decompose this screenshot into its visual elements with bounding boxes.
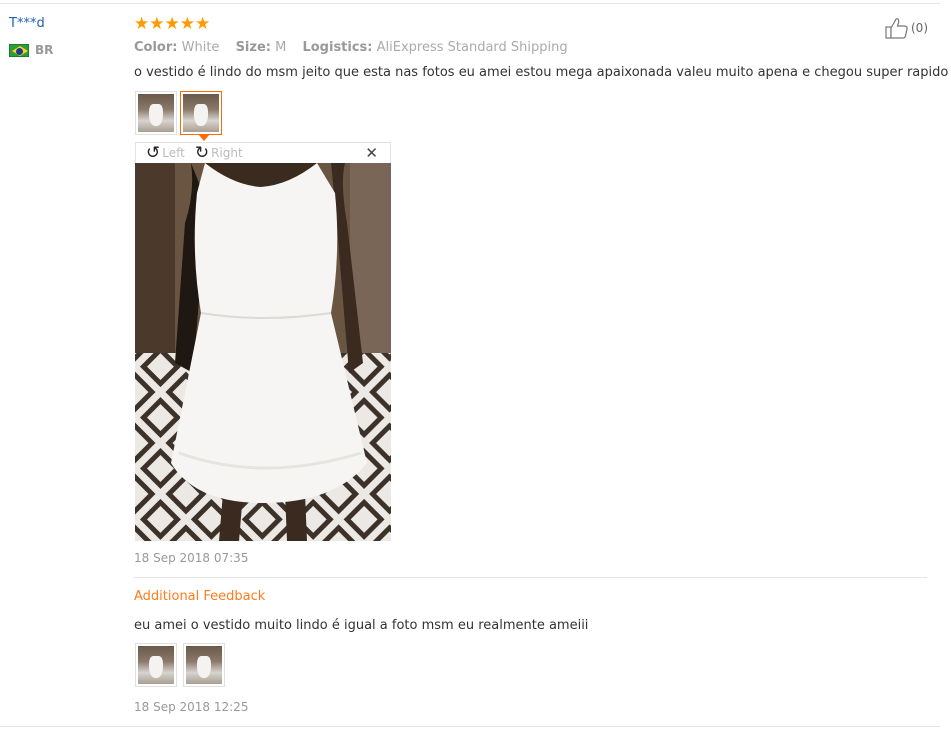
star-icon: ★ [134,14,150,34]
rotate-left-label: Left [162,146,185,160]
rotate-left-button[interactable]: ↺ Left [146,143,185,163]
additional-photo-thumbnail[interactable] [135,643,177,687]
review-photo-thumbnails [135,91,222,135]
rotate-right-icon: ↻ [194,143,210,163]
star-icon: ★ [149,14,165,34]
enlarged-review-photo [135,163,391,541]
logistics-label: Logistics: [302,40,373,55]
reviewer-country: BR [9,43,53,57]
rotate-right-button[interactable]: ↻ Right [194,143,243,163]
color-value: White [181,40,220,55]
star-icon: ★ [164,14,180,34]
thumbs-up-icon [885,18,908,39]
country-code: BR [35,43,54,57]
bottom-divider [0,726,940,727]
size-value: M [275,40,287,55]
additional-feedback-heading: Additional Feedback [134,589,266,604]
star-icon: ★ [179,14,195,34]
selected-pointer-arrow [198,134,210,141]
reviewer-name-link[interactable]: T***d [9,16,45,31]
star-rating: ★ ★ ★ ★ ★ [134,14,210,34]
additional-photo-thumbnails [135,643,225,687]
helpful-button[interactable]: (0) [885,17,928,39]
additional-photo-thumbnail[interactable] [183,643,225,687]
rotate-left-icon: ↺ [146,143,161,163]
review-photo-thumbnail[interactable] [135,91,177,135]
helpful-count: (0) [911,21,928,35]
rotate-right-label: Right [211,146,243,160]
top-divider [0,3,940,4]
logistics-value: AliExpress Standard Shipping [376,40,568,55]
order-meta: Color: White Size: M Logistics: AliExpre… [134,40,580,55]
additional-feedback-text: eu amei o vestido muito lindo é igual a … [134,618,589,633]
dress-photo-illustration [135,163,391,541]
review-text: o vestido é lindo do msm jeito que esta … [134,65,949,80]
size-label: Size: [235,40,271,55]
color-label: Color: [134,40,178,55]
close-icon[interactable]: ✕ [365,144,378,162]
feedback-divider [134,577,927,578]
brazil-flag-icon [9,43,29,57]
star-icon: ★ [195,14,211,34]
review-photo-thumbnail-selected[interactable] [180,91,222,135]
photo-viewer-toolbar: ↺ Left ↻ Right ✕ [135,142,391,164]
review-date: 18 Sep 2018 07:35 [134,551,249,565]
additional-feedback-date: 18 Sep 2018 12:25 [134,700,249,714]
